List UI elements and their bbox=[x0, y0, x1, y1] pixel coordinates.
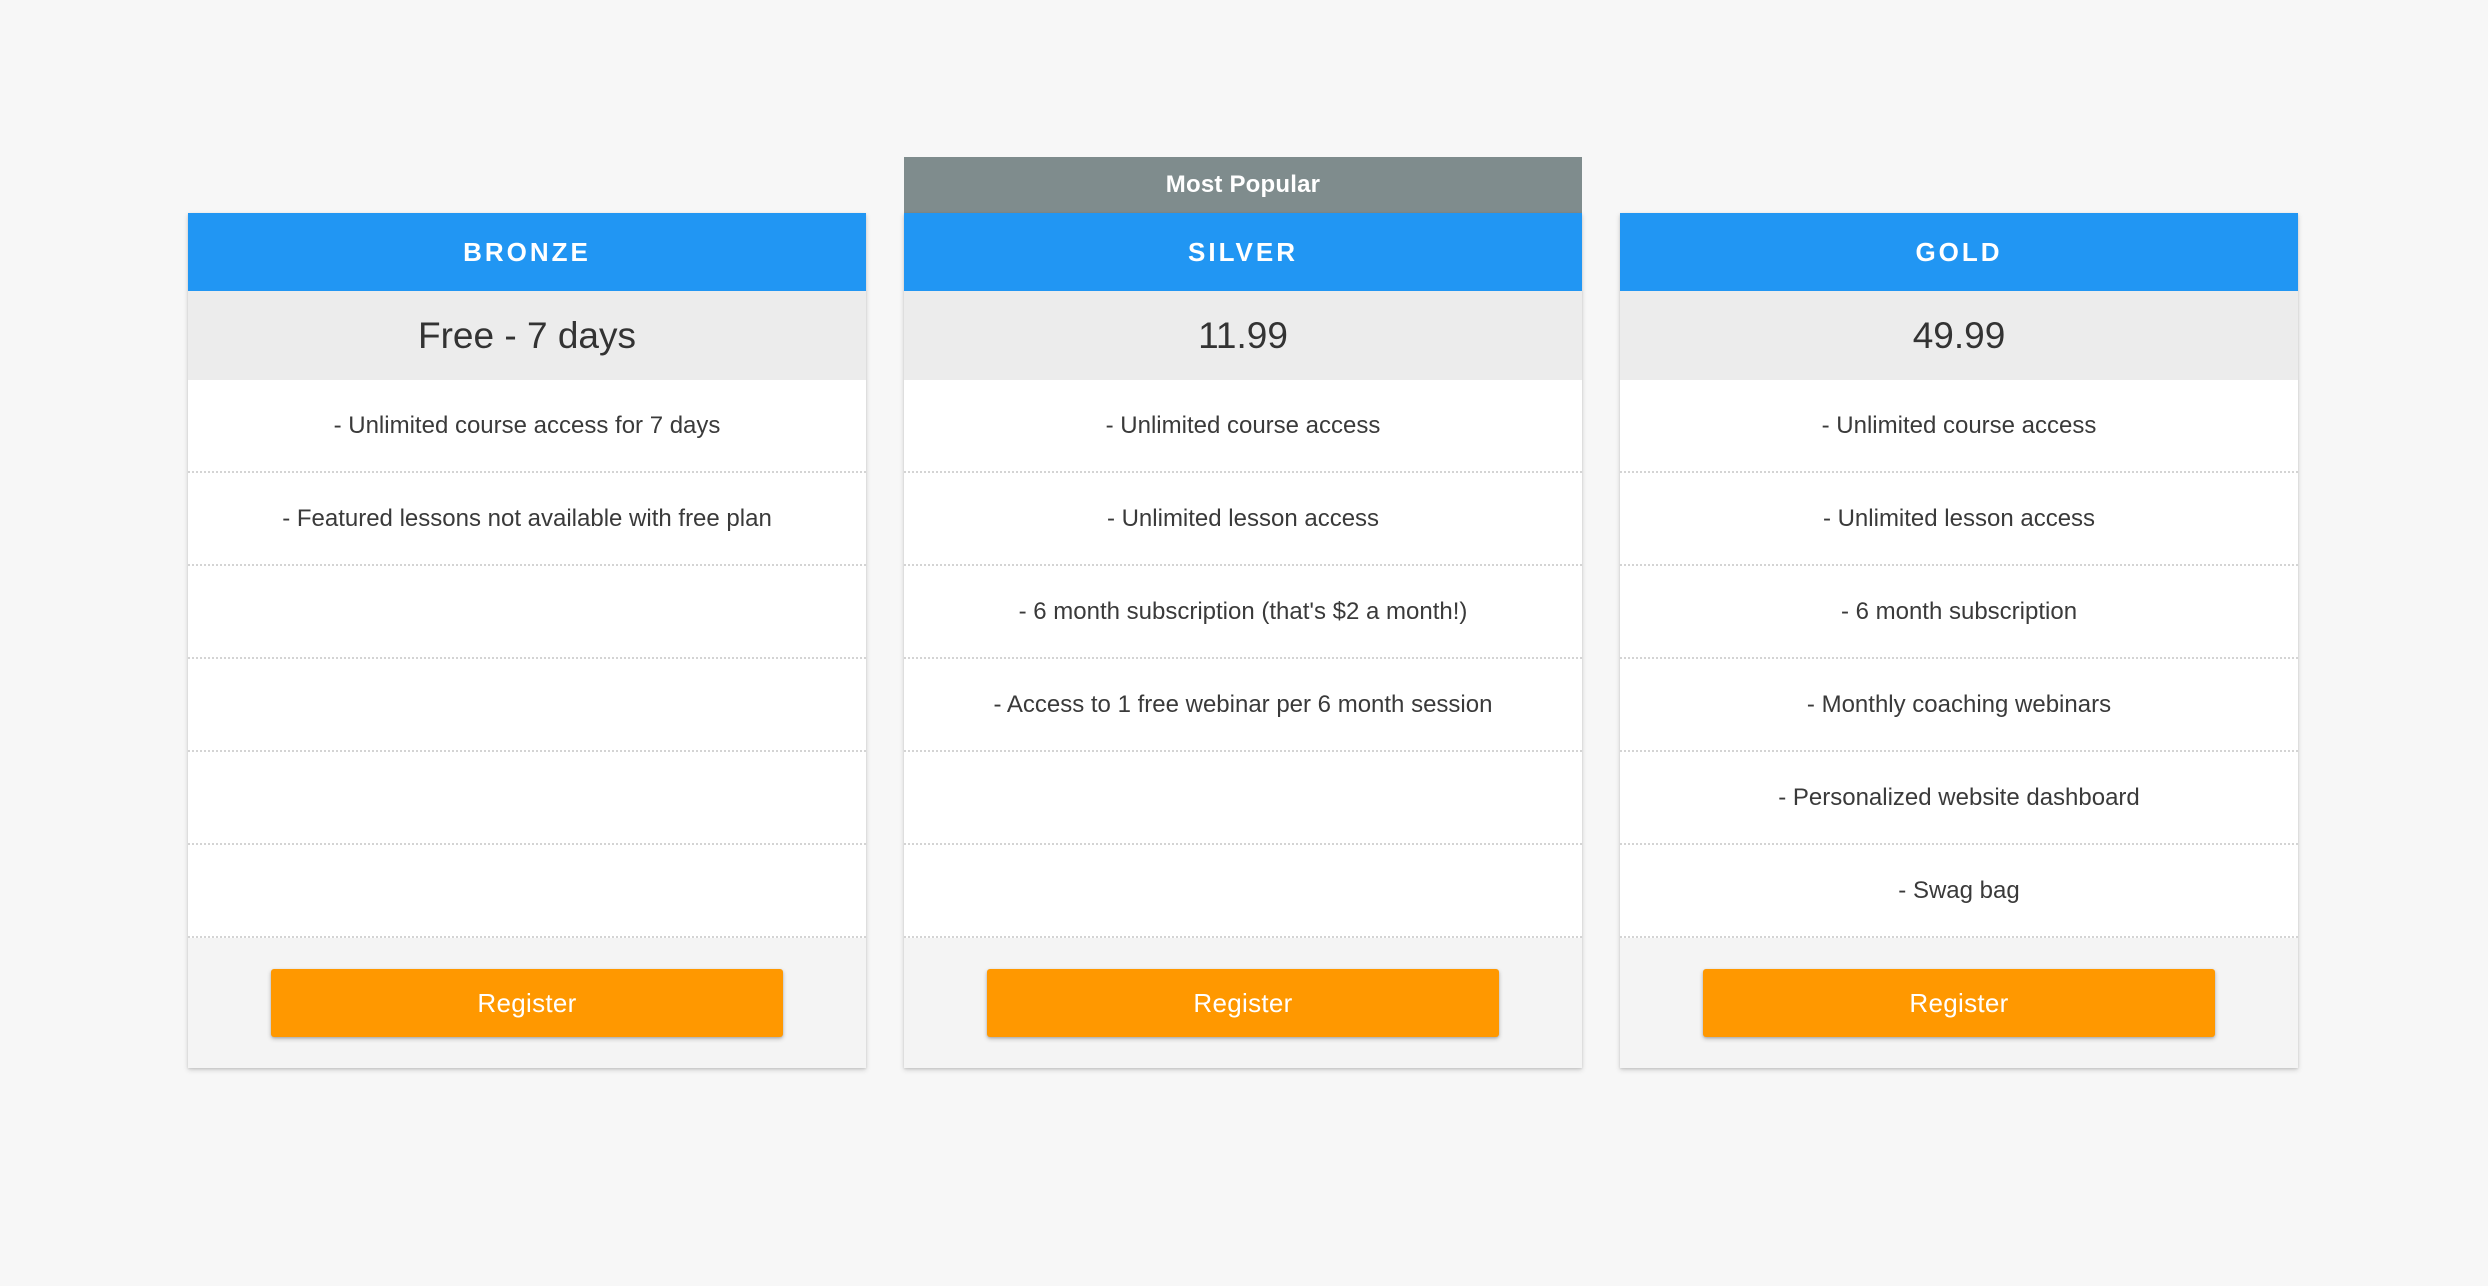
feature-item: - Unlimited course access bbox=[904, 380, 1582, 473]
plan-card-gold: GOLD 49.99 - Unlimited course access - U… bbox=[1620, 157, 2298, 1068]
feature-item: - Unlimited course access bbox=[1620, 380, 2298, 473]
register-button-silver[interactable]: Register bbox=[987, 969, 1499, 1037]
plan-footer-bronze: Register bbox=[188, 938, 866, 1068]
plan-title-bronze: BRONZE bbox=[188, 213, 866, 291]
plan-card-bronze: BRONZE Free - 7 days - Unlimited course … bbox=[188, 157, 866, 1068]
plan-body-silver: SILVER 11.99 - Unlimited course access -… bbox=[904, 213, 1582, 1068]
plan-body-gold: GOLD 49.99 - Unlimited course access - U… bbox=[1620, 213, 2298, 1068]
feature-item: - Personalized website dashboard bbox=[1620, 752, 2298, 845]
plan-features-silver: - Unlimited course access - Unlimited le… bbox=[904, 380, 1582, 938]
plan-price-bronze: Free - 7 days bbox=[188, 291, 866, 380]
feature-item: - Unlimited lesson access bbox=[1620, 473, 2298, 566]
feature-item: - Featured lessons not available with fr… bbox=[188, 473, 866, 566]
banner-slot-bronze bbox=[188, 157, 866, 213]
banner-slot-silver: Most Popular bbox=[904, 157, 1582, 213]
plan-footer-silver: Register bbox=[904, 938, 1582, 1068]
feature-item-empty bbox=[188, 566, 866, 659]
feature-item: - Swag bag bbox=[1620, 845, 2298, 938]
plan-body-bronze: BRONZE Free - 7 days - Unlimited course … bbox=[188, 213, 866, 1068]
plan-price-gold: 49.99 bbox=[1620, 291, 2298, 380]
feature-item: - Monthly coaching webinars bbox=[1620, 659, 2298, 752]
plan-card-silver: Most Popular SILVER 11.99 - Unlimited co… bbox=[904, 157, 1582, 1068]
plan-list: BRONZE Free - 7 days - Unlimited course … bbox=[188, 157, 2298, 1068]
pricing-table: BRONZE Free - 7 days - Unlimited course … bbox=[0, 0, 2488, 1286]
plan-features-bronze: - Unlimited course access for 7 days - F… bbox=[188, 380, 866, 938]
plan-features-gold: - Unlimited course access - Unlimited le… bbox=[1620, 380, 2298, 938]
feature-item: - 6 month subscription bbox=[1620, 566, 2298, 659]
plan-footer-gold: Register bbox=[1620, 938, 2298, 1068]
feature-item-empty bbox=[188, 659, 866, 752]
feature-item-empty bbox=[188, 752, 866, 845]
feature-item: - Access to 1 free webinar per 6 month s… bbox=[904, 659, 1582, 752]
plan-price-silver: 11.99 bbox=[904, 291, 1582, 380]
most-popular-badge: Most Popular bbox=[904, 157, 1582, 213]
register-button-gold[interactable]: Register bbox=[1703, 969, 2215, 1037]
plan-title-silver: SILVER bbox=[904, 213, 1582, 291]
feature-item: - Unlimited lesson access bbox=[904, 473, 1582, 566]
feature-item: - 6 month subscription (that's $2 a mont… bbox=[904, 566, 1582, 659]
banner-slot-gold bbox=[1620, 157, 2298, 213]
feature-item-empty bbox=[188, 845, 866, 938]
plan-title-gold: GOLD bbox=[1620, 213, 2298, 291]
feature-item: - Unlimited course access for 7 days bbox=[188, 380, 866, 473]
register-button-bronze[interactable]: Register bbox=[271, 969, 783, 1037]
feature-item-empty bbox=[904, 845, 1582, 938]
feature-item-empty bbox=[904, 752, 1582, 845]
